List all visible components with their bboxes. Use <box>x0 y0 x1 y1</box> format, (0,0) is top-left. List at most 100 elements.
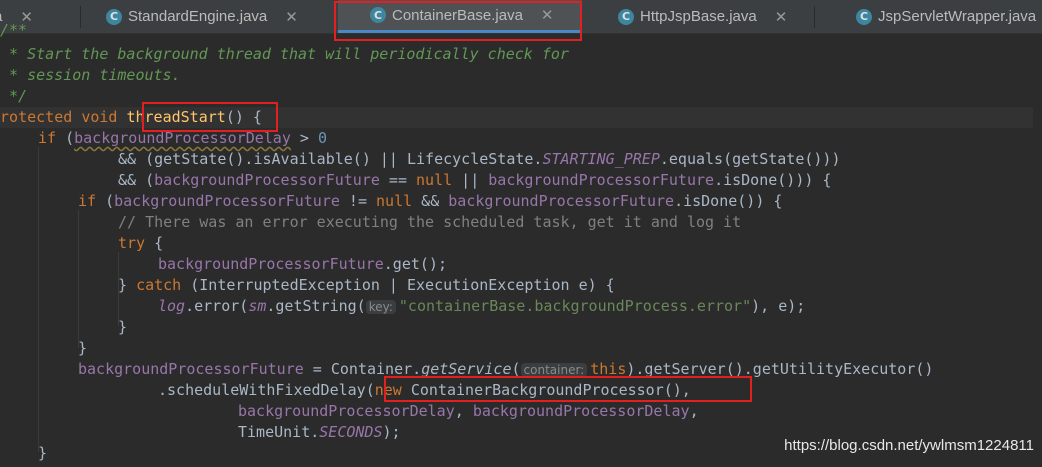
field-reference: backgroundProcessorDelay <box>472 402 690 420</box>
editor-tab-bar: a ✕ C StandardEngine.java ✕ C ContainerB… <box>0 0 1042 34</box>
field-reference: backgroundProcessorFuture <box>158 255 384 273</box>
code-text: .error( <box>185 297 249 315</box>
tab-separator <box>814 6 815 28</box>
field-reference: backgroundProcessorDelay <box>74 129 291 147</box>
code-text: } <box>118 276 137 294</box>
code-line-comment: // There was an error executing the sche… <box>118 213 742 231</box>
code-line: backgroundProcessorFuture = Container.ge… <box>78 359 933 380</box>
code-text: , <box>454 402 473 420</box>
tab-httpjspbase[interactable]: C HttpJspBase.java ✕ <box>618 0 828 33</box>
java-class-icon: C <box>106 8 122 25</box>
code-line: * session timeouts. <box>0 66 181 84</box>
tab-containerbase[interactable]: C ContainerBase.java ✕ <box>338 0 582 33</box>
indent-guide <box>78 210 79 348</box>
close-icon[interactable]: ✕ <box>541 6 554 24</box>
keyword: null <box>416 171 453 189</box>
code-text: && <box>412 192 449 210</box>
code-text: .equals(getState())) <box>659 150 841 168</box>
code-line: * Start the background thread that will … <box>0 45 569 63</box>
code-text: ( <box>96 192 115 210</box>
method-name[interactable]: threadStart <box>126 108 225 126</box>
number-literal: 0 <box>317 129 327 147</box>
code-text: || <box>452 171 489 189</box>
code-text: > <box>290 129 318 147</box>
close-icon[interactable]: ✕ <box>285 8 298 26</box>
java-class-icon: C <box>618 8 634 25</box>
field-reference: backgroundProcessorFuture <box>488 171 715 189</box>
code-line: .scheduleWithFixedDelay(new ContainerBac… <box>158 380 691 401</box>
code-text: = Container. <box>303 360 422 378</box>
code-text: ContainerBackgroundProcessor(), <box>401 381 691 399</box>
tab-jspservletwrapper[interactable]: C JspServletWrapper.java <box>856 0 1042 33</box>
code-line: */ <box>0 87 28 105</box>
keyword: catch <box>136 276 182 294</box>
code-text: ), e); <box>751 297 806 315</box>
code-text: (InterruptedException | ExecutionExcepti… <box>181 276 615 294</box>
constant: STARTING_PREP <box>542 150 660 168</box>
tab-label: ContainerBase.java <box>392 6 523 24</box>
watermark: https://blog.csdn.net/ywlmsm1224811 <box>784 437 1034 454</box>
code-text: TimeUnit. <box>238 423 320 441</box>
code-line: && (backgroundProcessorFuture == null ||… <box>118 170 831 191</box>
code-text: ( <box>65 129 75 147</box>
code-line: } <box>78 339 88 357</box>
keyword: if <box>78 192 97 210</box>
code-line: backgroundProcessorFuture.get(); <box>158 254 447 275</box>
code-line: if (backgroundProcessorDelay > 0 <box>38 128 327 149</box>
code-line: TimeUnit.SECONDS); <box>238 422 401 443</box>
field-reference: backgroundProcessorFuture <box>78 360 304 378</box>
code-line: } <box>38 444 48 462</box>
parameter-hint: container: <box>520 363 588 377</box>
java-class-icon: C <box>856 8 872 25</box>
indent-guide <box>38 147 39 452</box>
code-line: log.error(sm.getString(key: "containerBas… <box>158 296 805 317</box>
code-text: .getString( <box>266 297 366 315</box>
code-text: .isDone())) { <box>714 171 832 189</box>
code-text: && (getState().isAvailable() || Lifecycl… <box>118 150 543 168</box>
code-text: == <box>379 171 417 189</box>
code-text: .scheduleWithFixedDelay( <box>158 381 375 399</box>
code-text: ( <box>511 360 521 378</box>
field-reference: log <box>158 297 186 315</box>
string-literal: "containerBase.backgroundProcess.error" <box>398 297 752 315</box>
code-text: ); <box>382 423 401 441</box>
code-editor[interactable]: /** * Start the background thread that w… <box>0 21 1042 467</box>
code-line: } catch (InterruptedException | Executio… <box>118 275 615 296</box>
java-class-icon: C <box>370 7 386 23</box>
tab-standardengine[interactable]: C StandardEngine.java ✕ <box>106 0 326 33</box>
code-text: () { <box>225 108 262 126</box>
code-line-method-declaration: protected void threadStart() { <box>0 107 1033 128</box>
code-line: /** <box>0 21 28 39</box>
field-reference: backgroundProcessorFuture <box>448 192 675 210</box>
keyword: this <box>590 360 627 378</box>
field-reference: backgroundProcessorDelay <box>238 402 455 420</box>
code-line: } <box>118 318 128 336</box>
keyword: if <box>38 129 57 147</box>
keyword: protected <box>0 108 73 126</box>
keyword: null <box>376 192 413 210</box>
tab-separator <box>80 6 81 28</box>
code-text: != <box>339 192 377 210</box>
field-reference: backgroundProcessorFuture <box>154 171 380 189</box>
keyword: try <box>118 234 146 252</box>
close-icon[interactable]: ✕ <box>775 8 788 26</box>
code-text: { <box>145 234 164 252</box>
code-text: ).getServer().getUtilityExecutor() <box>626 360 934 378</box>
tab-label: StandardEngine.java <box>128 8 268 25</box>
tab-label: HttpJspBase.java <box>640 8 757 25</box>
keyword: new <box>374 381 402 399</box>
constant: SECONDS <box>319 423 383 441</box>
code-line: backgroundProcessorDelay, backgroundProc… <box>238 401 699 422</box>
static-method: getService <box>421 360 512 378</box>
field-reference: backgroundProcessorFuture <box>114 192 340 210</box>
code-text: .get(); <box>383 255 447 273</box>
parameter-hint: key: <box>365 300 396 314</box>
keyword: void <box>81 108 118 126</box>
code-line: && (getState().isAvailable() || Lifecycl… <box>118 149 840 170</box>
field-reference: sm <box>248 297 267 315</box>
code-text: .isDone()) { <box>674 192 783 210</box>
code-text: && ( <box>118 171 155 189</box>
code-text: , <box>689 402 699 420</box>
code-line: if (backgroundProcessorFuture != null &&… <box>78 191 782 212</box>
code-line: try { <box>118 233 163 254</box>
